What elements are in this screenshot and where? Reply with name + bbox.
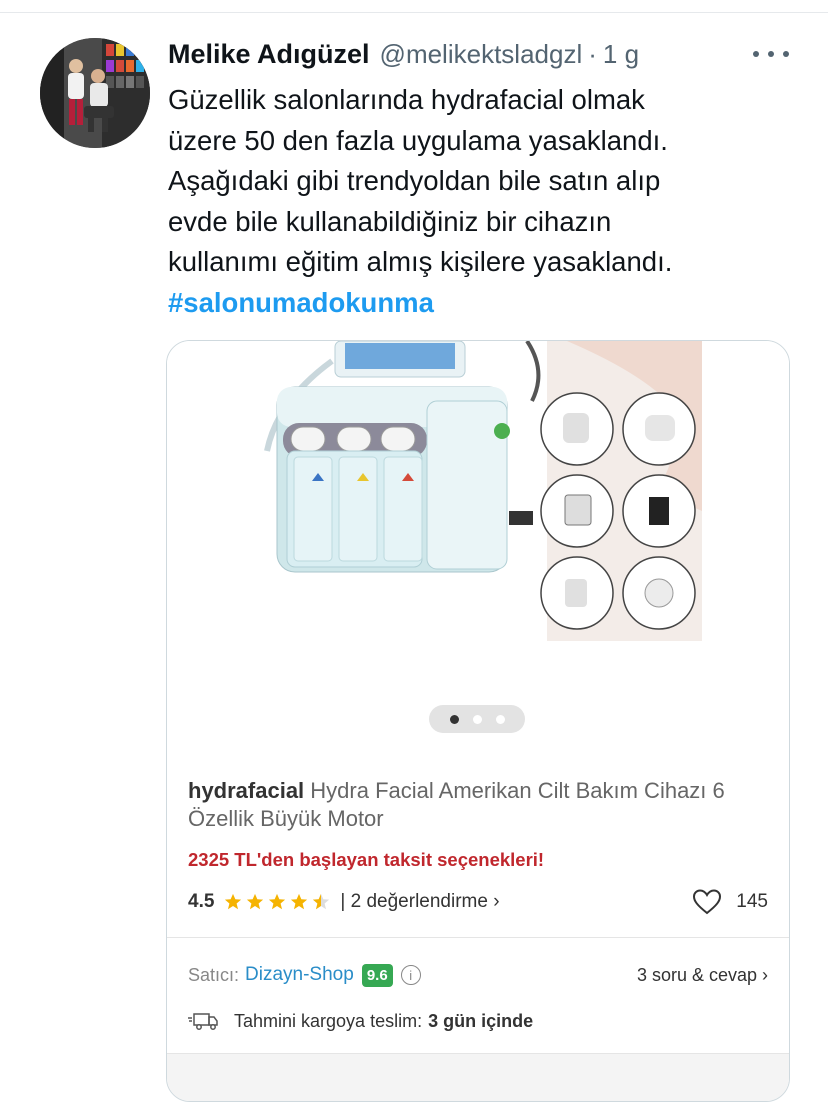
more-dot xyxy=(768,51,774,57)
avatar[interactable] xyxy=(40,38,150,148)
card-divider xyxy=(167,937,789,938)
seller-score-badge: 9.6 xyxy=(361,963,393,987)
favorites-count: 145 xyxy=(736,891,768,912)
star-icon xyxy=(247,893,264,910)
delivery-row: Tahmini kargoya teslim: 3 gün içinde xyxy=(188,1007,533,1035)
hashtag-link[interactable]: #salonumadokunma xyxy=(168,283,808,324)
qa-link[interactable]: 3 soru & cevap › xyxy=(637,961,768,989)
carousel-dot-2[interactable] xyxy=(472,714,482,724)
installment-text: 2325 TL'den başlayan taksit seçenekleri! xyxy=(188,849,545,870)
delivery-label: Tahmini kargoya teslim: xyxy=(234,1010,423,1031)
author-name[interactable]: Melike Adıgüzel xyxy=(168,39,370,70)
star-icon xyxy=(269,893,286,910)
star-icon xyxy=(225,893,242,910)
seller-label: Satıcı: xyxy=(188,964,240,985)
more-icon[interactable] xyxy=(753,40,789,68)
carousel-dot-1[interactable] xyxy=(449,714,459,724)
tweet-text-line: Aşağıdaki gibi trendyoldan bile satın al… xyxy=(168,165,661,196)
tweet-text-line: kullanımı eğitim almış kişilere yasaklan… xyxy=(168,246,673,277)
hydrafacial-device-illustration xyxy=(264,341,702,641)
product-brand: hydrafacial xyxy=(188,778,305,803)
info-icon[interactable]: i xyxy=(400,965,421,985)
more-dot xyxy=(783,51,789,57)
half-star-icon xyxy=(313,893,330,910)
seller-link[interactable]: Dizayn-Shop xyxy=(245,964,354,986)
seller-row: Satıcı: Dizayn-Shop 9.6 i 3 soru & cevap… xyxy=(188,961,768,989)
favorite-button[interactable]: 145 xyxy=(692,889,768,915)
tweet-text-line: üzere 50 den fazla uygulama yasaklandı. xyxy=(168,124,668,156)
rating-row: 4.5 | 2 değerlendirme › 145 xyxy=(188,889,768,915)
tweet-text: Güzellik salonlarında hydrafacial olmak … xyxy=(168,80,808,323)
attached-image-card[interactable]: hydrafacial Hydra Facial Amerikan Cilt B… xyxy=(166,340,790,1102)
delivery-value: 3 gün içinde xyxy=(428,1010,534,1031)
more-dot xyxy=(753,51,759,57)
heart-icon xyxy=(693,889,722,915)
tweet-header: Melike Adıgüzel @melikektsladgzl · 1 g xyxy=(168,36,639,72)
tweet-text-line: evde bile kullanabildiğiniz bir cihazın xyxy=(168,205,612,237)
header-separator: · xyxy=(588,38,597,69)
top-divider xyxy=(0,12,828,13)
product-image[interactable]: hydrafacial Hydra Facial Amerikan Cilt B… xyxy=(167,341,789,1101)
rating-stars xyxy=(224,893,330,911)
avatar-photo xyxy=(40,38,150,148)
carousel-indicator[interactable] xyxy=(429,705,525,733)
tweet-timestamp[interactable]: 1 g xyxy=(603,39,639,70)
tweet-text-line: Güzellik salonlarında hydrafacial olmak xyxy=(168,84,645,115)
product-title: hydrafacial Hydra Facial Amerikan Cilt B… xyxy=(188,777,773,833)
truck-icon xyxy=(188,1013,218,1030)
star-icon xyxy=(291,893,308,910)
reviews-link[interactable]: | 2 değerlendirme › xyxy=(340,891,499,913)
card-bottom-band xyxy=(167,1053,789,1101)
rating-value: 4.5 xyxy=(188,891,215,912)
carousel-dot-3[interactable] xyxy=(495,714,505,724)
author-handle[interactable]: @melikektsladgzl xyxy=(380,39,583,70)
